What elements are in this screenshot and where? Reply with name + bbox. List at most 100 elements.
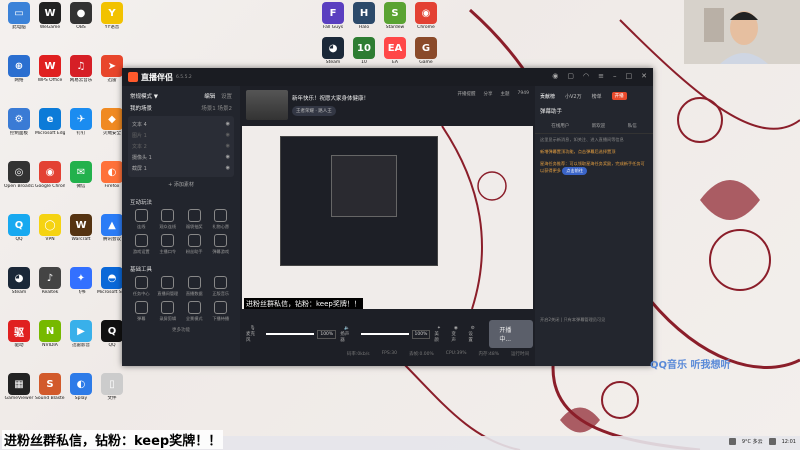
- mode-dropdown[interactable]: 常规模式 ▼: [130, 92, 158, 100]
- desktop-icon[interactable]: S Sound Blaster: [35, 373, 65, 401]
- header-action[interactable]: 7949: [518, 91, 529, 97]
- message-icon[interactable]: ▢: [567, 72, 574, 80]
- desktop-icon[interactable]: N NVIDIA: [35, 320, 65, 348]
- source-item[interactable]: 图片 1 ◉: [132, 130, 230, 141]
- desktop-icon[interactable]: ◉ Chrome: [411, 2, 441, 30]
- speaker-slider[interactable]: [360, 333, 409, 335]
- more-features-link[interactable]: 更多功能: [122, 322, 240, 333]
- voice-change-button[interactable]: ◉ 变声: [451, 326, 460, 343]
- edit-button[interactable]: 编辑: [204, 94, 215, 100]
- menu-icon[interactable]: ≡: [598, 72, 604, 80]
- desktop-icon[interactable]: ◯ VPN: [35, 214, 65, 242]
- go-now-button[interactable]: 点击前往: [562, 167, 588, 175]
- desktop-icon[interactable]: ⚙ 控制面板: [4, 108, 34, 136]
- desktop-icon[interactable]: S Stardew: [380, 2, 410, 30]
- tool-item[interactable]: 直播间管理: [155, 276, 182, 297]
- weather-text[interactable]: 9°C 多云: [742, 438, 763, 445]
- header-action[interactable]: 分享: [484, 91, 493, 97]
- tool-item[interactable]: 任务中心: [128, 276, 155, 297]
- desktop-icon[interactable]: ▶ 迅雷影音: [66, 320, 96, 348]
- stream-category[interactable]: 王者荣耀 · 路人王: [292, 106, 336, 116]
- tab-rank[interactable]: 榜单: [592, 93, 602, 100]
- desktop-icon[interactable]: ✉ 微信: [66, 161, 96, 189]
- headset-icon[interactable]: ◠: [583, 72, 589, 80]
- scene-tabs[interactable]: 场景1 场景2: [201, 104, 232, 112]
- mic-slider[interactable]: [266, 333, 315, 335]
- source-item[interactable]: 文本 4 ◉: [132, 119, 230, 130]
- network-icon[interactable]: [728, 438, 736, 445]
- interact-item[interactable]: 福袋抽奖: [181, 209, 208, 230]
- desktop-icon[interactable]: ◐ Splay: [66, 373, 96, 401]
- header-action[interactable]: 开播提醒: [458, 91, 476, 97]
- interact-item[interactable]: 连线: [128, 209, 155, 230]
- desktop-icon[interactable]: G Game: [411, 37, 441, 65]
- desktop-icon[interactable]: ♪ Realtek: [35, 267, 65, 295]
- desktop-icon[interactable]: ◎Open Broadcaster: [4, 161, 34, 189]
- clock-text[interactable]: 12:01: [782, 439, 796, 445]
- desktop-icon[interactable]: ◉Google Chrome: [35, 161, 65, 189]
- volume-icon[interactable]: [768, 438, 776, 445]
- desktop-icon[interactable]: ◕ Steam: [4, 267, 34, 295]
- source-item[interactable]: 文本 2 ◉: [132, 141, 230, 152]
- source-item[interactable]: 摄像头 1 ◉: [132, 152, 230, 163]
- desktop-icon[interactable]: ✈ 钉钉: [66, 108, 96, 136]
- desktop-icon[interactable]: Q QQ: [4, 214, 34, 242]
- tool-item[interactable]: 录屏剪辑: [155, 301, 182, 322]
- tab-contribution[interactable]: 贡献榜: [540, 93, 555, 100]
- tool-item[interactable]: 弹幕: [128, 301, 155, 322]
- source-item[interactable]: 截屏 1 ◉: [132, 163, 230, 174]
- desktop-icon[interactable]: H Halo: [349, 2, 379, 30]
- desktop-icon[interactable]: W Warcraft: [66, 214, 96, 242]
- settings-button[interactable]: ⚙ 设置: [468, 326, 477, 343]
- settings-link[interactable]: 设置: [221, 94, 232, 100]
- mic-control[interactable]: 🎙 麦克风: [246, 326, 259, 343]
- eye-icon[interactable]: ◉: [226, 132, 230, 139]
- add-material-button[interactable]: + 添加素材: [122, 177, 240, 192]
- tab-welcome[interactable]: 新欢迎: [592, 123, 606, 129]
- desktop-icon[interactable]: W WeGame: [35, 2, 65, 30]
- desktop-icon[interactable]: ▭ 此电脑: [4, 2, 34, 30]
- go-live-button[interactable]: 开播中...: [489, 320, 533, 348]
- maximize-icon[interactable]: □: [626, 72, 633, 80]
- eye-icon[interactable]: ◉: [226, 143, 230, 150]
- desktop-icon[interactable]: ⊕ 网络: [4, 55, 34, 83]
- tab-online-users[interactable]: 在线用户: [551, 123, 569, 129]
- eye-icon[interactable]: ◉: [226, 165, 230, 172]
- tool-item[interactable]: 全景模式: [181, 301, 208, 322]
- minimize-icon[interactable]: –: [613, 72, 617, 80]
- tool-item[interactable]: 正版音乐: [208, 276, 235, 297]
- desktop-icon[interactable]: F Fall Guys: [318, 2, 348, 30]
- close-icon[interactable]: ✕: [641, 72, 647, 80]
- interact-item[interactable]: 礼物心愿: [208, 209, 235, 230]
- desktop-icon[interactable]: e Microsoft Edge: [35, 108, 65, 136]
- beauty-button[interactable]: ✦ 美颜: [434, 326, 443, 343]
- desktop-icon[interactable]: ▦ GameViewer: [4, 373, 34, 401]
- desktop-icon[interactable]: ● OBS: [66, 2, 96, 30]
- eye-icon[interactable]: ◉: [226, 154, 230, 161]
- speaker-control[interactable]: 🔈 扬声器: [340, 326, 353, 343]
- interact-item[interactable]: 弹幕游戏: [208, 234, 235, 255]
- desktop-icon[interactable]: W WPS Office: [35, 55, 65, 83]
- header-action[interactable]: 主题: [501, 91, 510, 97]
- desktop-icon[interactable]: 10 10: [349, 37, 379, 65]
- tab-vip[interactable]: 小V2万: [565, 93, 582, 100]
- stream-preview[interactable]: 进粉丝群私信，钻粉：keep奖牌！！: [242, 126, 533, 309]
- desktop-icon[interactable]: ♫ 网易云音乐: [66, 55, 96, 83]
- stream-title[interactable]: 新年快乐！祝愿大家身体健康！: [292, 94, 369, 102]
- desktop-icon[interactable]: ◕ Steam: [318, 37, 348, 65]
- interact-item[interactable]: 粉丝助手: [181, 234, 208, 255]
- eye-icon[interactable]: ◉: [226, 121, 230, 128]
- desktop-icon[interactable]: ▯ 文件: [97, 373, 127, 401]
- desktop-icon[interactable]: Y YY语音: [97, 2, 127, 30]
- interact-item[interactable]: 游戏设置: [128, 234, 155, 255]
- avatar-icon[interactable]: ◉: [552, 72, 558, 80]
- stream-cover[interactable]: [246, 90, 288, 120]
- tool-item[interactable]: 直播数据: [181, 276, 208, 297]
- tab-private[interactable]: 私信: [628, 123, 637, 129]
- desktop-icon[interactable]: ✦ 飞书: [66, 267, 96, 295]
- desktop-icon[interactable]: EA EA: [380, 37, 410, 65]
- interact-item[interactable]: 主播口令: [155, 234, 182, 255]
- interact-item[interactable]: 观众连线: [155, 209, 182, 230]
- tool-item[interactable]: 下播待播: [208, 301, 235, 322]
- desktop-icon[interactable]: 驱驱动: [4, 320, 34, 348]
